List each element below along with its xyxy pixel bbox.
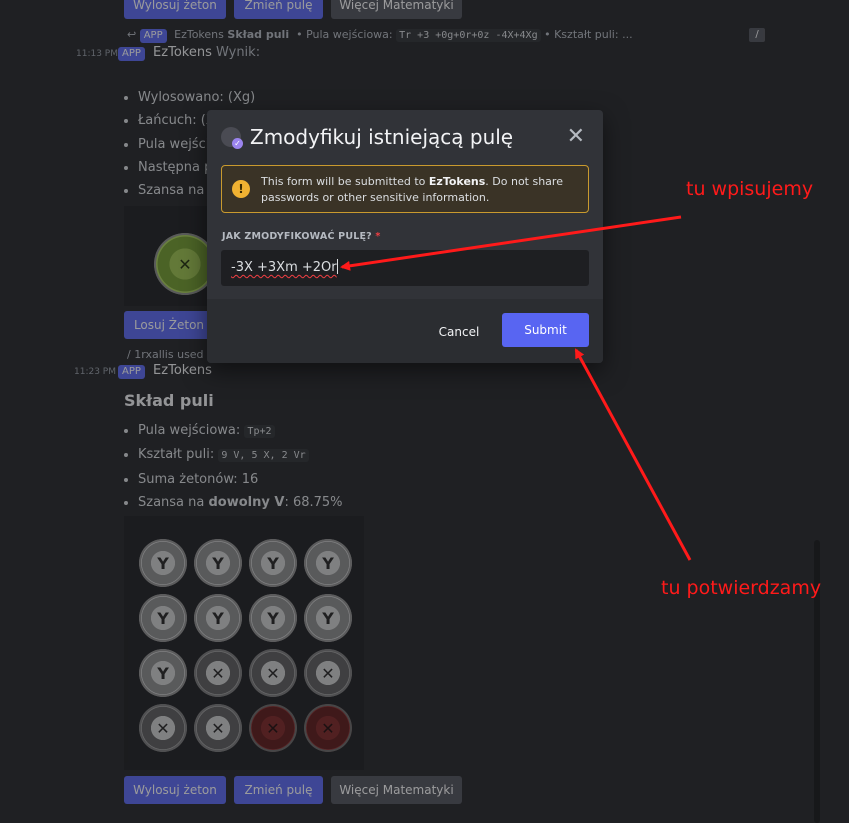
annotation-arrows: [340, 215, 692, 561]
input-annotation: tu wpisujemy: [686, 178, 814, 200]
input-arrow: [340, 215, 682, 271]
submit-annotation: tu potwierdzamy: [661, 577, 822, 599]
submit-arrow: [574, 348, 692, 561]
